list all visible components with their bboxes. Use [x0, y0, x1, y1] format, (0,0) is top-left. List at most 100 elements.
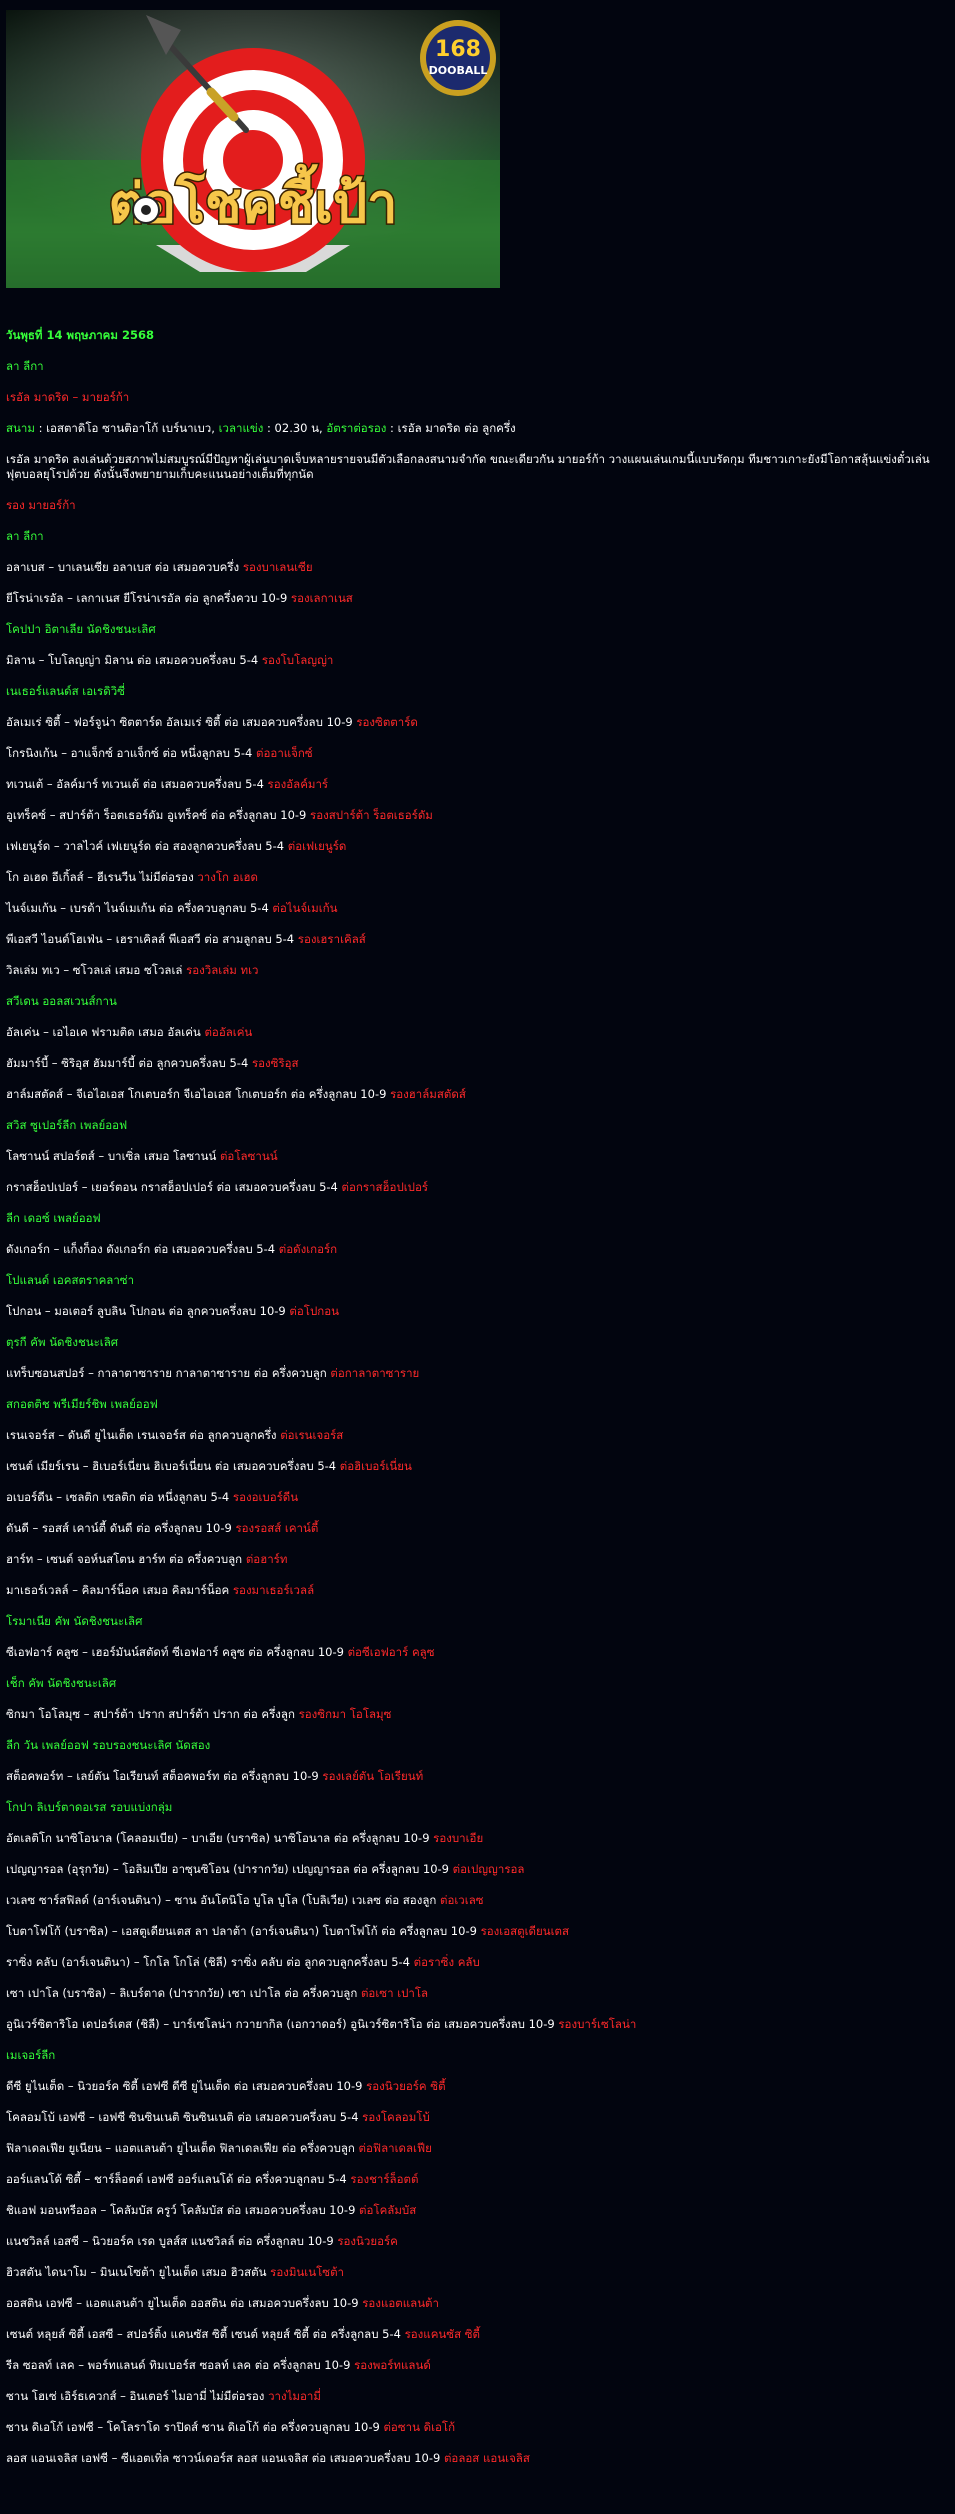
match-row: โปกอน – มอเตอร์ ลูบลิน โปกอน ต่อ ลูกควบค… — [6, 1304, 946, 1319]
league-header: โกปา ลิเบร์ตาดอเรส รอบแบ่งกลุ่ม — [6, 1800, 173, 1814]
match-row: โคลอมโบ้ เอฟซี – เอฟซี ซินซินเนติ ซินซิน… — [6, 2110, 946, 2125]
match-row: เรนเจอร์ส – ดันดี ยูไนเต็ด เรนเจอร์ส ต่อ… — [6, 1428, 946, 1443]
match-row: พีเอสวี ไอนด์โฮเฟ่น – เฮราเคิลส์ พีเอสวี… — [6, 932, 946, 947]
stadium-value: : เอสตาดิโอ ซานติอาโก้ เบร์นาเบว, — [34, 421, 219, 435]
match-row: ฟิลาเดลเฟีย ยูเนียน – แอตแลนต้า ยูไนเต็ด… — [6, 2141, 946, 2156]
match-row: เวเลซ ซาร์สฟิลด์ (อาร์เจนตินา) – ซาน อัน… — [6, 1893, 946, 1908]
match-row: รีล ซอลท์ เลค – พอร์ทแลนด์ ทิมเบอร์ส ซอล… — [6, 2358, 946, 2373]
match-row: อูนิเวร์ซิตาริโอ เดปอร์เตส (ชิลี) – บาร์… — [6, 2017, 946, 2032]
match-row: ออร์แลนโด้ ซิตี้ – ชาร์ล็อตต์ เอฟซี ออร์… — [6, 2172, 946, 2187]
match-text: อูเทร็คซ์ – สปาร์ต้า ร็อตเธอร์ดัม อูเทร็… — [6, 808, 311, 822]
match-pick: รองซิริอุส — [251, 1056, 299, 1070]
match-row: ดันดี – รอสส์ เคาน์ตี้ ดันดี ต่อ ครึ่งลู… — [6, 1521, 946, 1536]
odds-label: อัตราต่อรอง — [326, 421, 387, 435]
match-text: ดันดี – รอสส์ เคาน์ตี้ ดันดี ต่อ ครึ่งลู… — [6, 1521, 236, 1535]
match-pick: ต่อซีเอฟอาร์ คลูซ — [347, 1645, 435, 1659]
match-row: มาเธอร์เวลล์ – คิลมาร์น็อค เสมอ คิลมาร์น… — [6, 1583, 946, 1598]
match-row: แนชวิลล์ เอสซี – นิวยอร์ค เรด บูลส์ส แนช… — [6, 2234, 946, 2249]
match-text: ลอส แอนเจลิส เอฟซี – ซีแอตเทิ่ล ซาวน์เดอ… — [6, 2451, 444, 2465]
match-pick: รองบาเอีย — [433, 1831, 484, 1845]
match-row: กราสฮ็อปเปอร์ – เยอร์ตอน กราสฮ็อปเปอร์ ต… — [6, 1180, 946, 1195]
time-value: : 02.30 น, — [263, 421, 327, 435]
league-header: สวิส ซูเปอร์ลีก เพลย์ออฟ — [6, 1118, 128, 1132]
match-pick: ต่อฮาร์ท — [245, 1552, 288, 1566]
match-pick: รองพอร์ทแลนด์ — [354, 2358, 431, 2372]
match-pick: รองโคลอมโบ้ — [362, 2110, 430, 2124]
match-text: อลาเบส – บาเลนเซีย อลาเบส ต่อ เสมอควบครึ… — [6, 560, 243, 574]
match-pick: รองสปาร์ต้า ร็อตเธอร์ดัม — [310, 808, 433, 822]
featured-info: สนาม : เอสตาดิโอ ซานติอาโก้ เบร์นาเบว, เ… — [6, 421, 946, 436]
league-header: ลีก วัน เพลย์ออฟ รอบรองชนะเลิศ นัดสอง — [6, 1738, 211, 1752]
match-text: ฮิวสตัน ไดนาโม – มินเนโซต้า ยูไนเต็ด เสม… — [6, 2265, 271, 2279]
match-pick: ต่อโคลัมบัส — [359, 2203, 417, 2217]
dartboard-illustration: 168 DOOBALL ต่อโชคชี้เป้า — [6, 10, 500, 288]
league-header: เนเธอร์แลนด์ส เอเรดิวิซี่ — [6, 684, 125, 698]
match-pick: รองนิวยอร์ค ซิตี้ — [366, 2079, 446, 2093]
match-row: ฮาร์ท – เซนต์ จอห์นสโตน ฮาร์ท ต่อ ครึ่งค… — [6, 1552, 946, 1567]
match-pick: ต่อเซา เปาโล — [360, 1986, 429, 2000]
league-header: ลา ลีกา — [6, 529, 44, 543]
match-text: อัลเค่น – เอไอเค ฟรามติด เสมอ อัลเค่น — [6, 1025, 205, 1039]
match-text: โคลอมโบ้ เอฟซี – เอฟซี ซินซินเนติ ซินซิน… — [6, 2110, 363, 2124]
match-row: ไนจ์เมเก้น – เบรด้า ไนจ์เมเก้น ต่อ ครึ่ง… — [6, 901, 946, 916]
match-pick: ต่อกราสฮ็อปเปอร์ — [341, 1180, 429, 1194]
match-text: เซนต์ เมียร์เรน – ฮิเบอร์เนี่ยน ฮิเบอร์เ… — [6, 1459, 340, 1473]
match-pick: ต่อไนจ์เมเก้น — [272, 901, 338, 915]
odds-value: : เรอัล มาดริด ต่อ ลูกครึ่ง — [386, 421, 516, 435]
match-text: ซิกมา โอโลมุซ – สปาร์ต้า ปราก สปาร์ต้า ป… — [6, 1707, 299, 1721]
match-pick: รองรอสส์ เคาน์ตี้ — [235, 1521, 319, 1535]
article-body: วันพุธที่ 14 พฤษภาคม 2568 ลา ลีกา เรอัล มา… — [6, 328, 946, 2482]
league-header: สกอตติช พรีเมียร์ชิพ เพลย์ออฟ — [6, 1397, 158, 1411]
match-row: โก อเฮด อีเกิ้ลส์ – ฮีเรนวีน ไม่มีต่อรอง… — [6, 870, 946, 885]
match-text: ไนจ์เมเก้น – เบรด้า ไนจ์เมเก้น ต่อ ครึ่ง… — [6, 901, 273, 915]
match-row: มิลาน – โบโลญญ่า มิลาน ต่อ เสมอควบครึ่งล… — [6, 653, 946, 668]
match-text: ทเวนเต้ – อัลค์มาร์ ทเวนเต้ ต่อ เสมอควบค… — [6, 777, 268, 791]
match-pick: วางโก อเฮด — [197, 870, 258, 884]
logo-text: DOOBALL — [429, 64, 488, 77]
match-text: เซนต์ หลุยส์ ซิตี้ เอสซี – สปอร์ติ้ง แคน… — [6, 2327, 405, 2341]
match-pick: รองบาเลนเซีย — [242, 560, 313, 574]
match-text: เรนเจอร์ส – ดันดี ยูไนเต็ด เรนเจอร์ส ต่อ… — [6, 1428, 281, 1442]
match-text: อัตเลติโก นาซิโอนาล (โคลอมเบีย) – บาเอีย… — [6, 1831, 434, 1845]
match-row: เซนต์ เมียร์เรน – ฮิเบอร์เนี่ยน ฮิเบอร์เ… — [6, 1459, 946, 1474]
match-pick: รองชาร์ล็อตต์ — [350, 2172, 419, 2186]
league-header: สวีเดน ออลสเวนส์กาน — [6, 994, 117, 1008]
match-row: ดังเกอร์ก – แก็งก็อง ดังเกอร์ก ต่อ เสมอค… — [6, 1242, 946, 1257]
match-row: ออสติน เอฟซี – แอตแลนต้า ยูไนเต็ด ออสติน… — [6, 2296, 946, 2311]
match-pick: รองมาเธอร์เวลล์ — [232, 1583, 315, 1597]
match-row: ฮิวสตัน ไดนาโม – มินเนโซต้า ยูไนเต็ด เสม… — [6, 2265, 946, 2280]
match-row: เซนต์ หลุยส์ ซิตี้ เอสซี – สปอร์ติ้ง แคน… — [6, 2327, 946, 2342]
match-text: ออร์แลนโด้ ซิตี้ – ชาร์ล็อตต์ เอฟซี ออร์… — [6, 2172, 351, 2186]
match-row: ฮัมมาร์บี้ – ซิริอุส ฮัมมาร์บี้ ต่อ ลูกค… — [6, 1056, 946, 1071]
match-text: ฮาร์ท – เซนต์ จอห์นสโตน ฮาร์ท ต่อ ครึ่งค… — [6, 1552, 246, 1566]
match-text: กราสฮ็อปเปอร์ – เยอร์ตอน กราสฮ็อปเปอร์ ต… — [6, 1180, 342, 1194]
match-pick: รองวิลเล่ม ทเว — [186, 963, 259, 977]
match-pick: รองนิวยอร์ค — [337, 2234, 398, 2248]
banner-image: 168 DOOBALL ต่อโชคชี้เป้า — [6, 10, 500, 288]
match-text: รีล ซอลท์ เลค – พอร์ทแลนด์ ทิมเบอร์ส ซอล… — [6, 2358, 355, 2372]
league-header: ตุรกี คัพ นัดชิงชนะเลิศ — [6, 1335, 119, 1349]
match-text: ชิแอฟ มอนทรีออล – โคลัมบัส ครูว์ โคลัมบั… — [6, 2203, 360, 2217]
match-text: แนชวิลล์ เอสซี – นิวยอร์ค เรด บูลส์ส แนช… — [6, 2234, 338, 2248]
time-label: เวลาแข่ง — [218, 421, 264, 435]
league-header: เมเจอร์ลีก — [6, 2048, 56, 2062]
match-text: ราซิ่ง คลับ (อาร์เจนตินา) – โกโล โกโล่ (… — [6, 1955, 414, 1969]
match-pick: ต่ออัลเค่น — [204, 1025, 253, 1039]
league-header: โคปปา อิตาเลีย นัดชิงชนะเลิศ — [6, 622, 156, 636]
featured-match: เรอัล มาดริด – มายอร์ก้า — [6, 390, 130, 404]
match-text: แทร็บซอนสปอร์ – กาลาตาซาราย กาลาตาซาราย … — [6, 1366, 331, 1380]
match-row: โบตาโฟโก้ (บราซิล) – เอสตูเดียนเตส ลา ปล… — [6, 1924, 946, 1939]
league-header: โปแลนด์ เอคสตราคลาซ่า — [6, 1273, 135, 1287]
match-row: อัตเลติโก นาซิโอนาล (โคลอมเบีย) – บาเอีย… — [6, 1831, 946, 1846]
match-row: อลาเบส – บาเลนเซีย อลาเบส ต่อ เสมอควบครึ… — [6, 560, 946, 575]
match-text: ดังเกอร์ก – แก็งก็อง ดังเกอร์ก ต่อ เสมอค… — [6, 1242, 279, 1256]
match-row: ซีเอฟอาร์ คลูซ – เฮอร์มันน์สตัดท์ ซีเอฟอ… — [6, 1645, 946, 1660]
article-date: วันพุธที่ 14 พฤษภาคม 2568 — [6, 328, 154, 342]
match-row: ทเวนเต้ – อัลค์มาร์ ทเวนเต้ ต่อ เสมอควบค… — [6, 777, 946, 792]
match-text: อัลเมเร่ ซิตี้ – ฟอร์จูน่า ซิตตาร์ด อัลเ… — [6, 715, 357, 729]
league-header: เช็ก คัพ นัดชิงชนะเลิศ — [6, 1676, 117, 1690]
match-row: ลอส แอนเจลิส เอฟซี – ซีแอตเทิ่ล ซาวน์เดอ… — [6, 2451, 946, 2466]
match-pick: รองเลกาเนส — [290, 591, 353, 605]
match-text: อเบอร์ดีน – เซลติก เซลติก ต่อ หนึ่งลูกลบ… — [6, 1490, 233, 1504]
match-pick: วางไมอามี่ — [268, 2389, 321, 2403]
